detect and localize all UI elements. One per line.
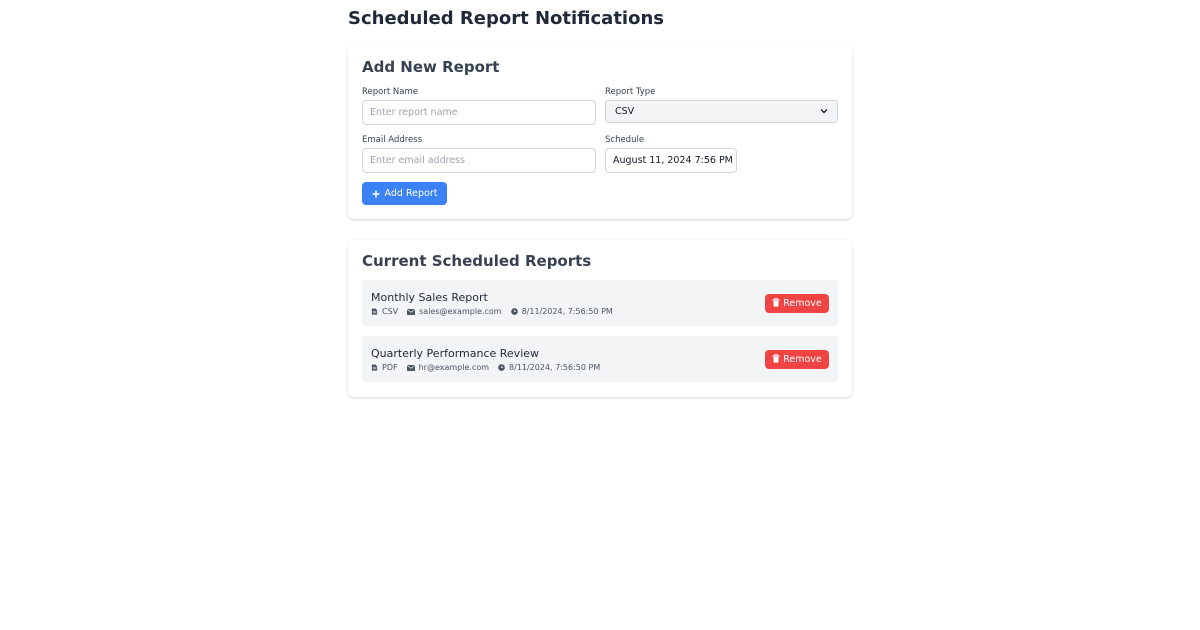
report-name-input[interactable]: [362, 100, 596, 125]
email-label: Email Address: [362, 135, 423, 145]
page-title: Scheduled Report Notifications: [348, 8, 664, 29]
remove-label: Remove: [783, 354, 822, 365]
report-time: 8/11/2024, 7:56:50 PM: [521, 307, 613, 316]
remove-button[interactable]: Remove: [765, 294, 829, 313]
report-email: hr@example.com: [418, 363, 490, 372]
clock-icon: [510, 308, 518, 315]
file-icon: [371, 308, 378, 315]
schedule-label: Schedule: [605, 135, 645, 145]
list-item: Quarterly Performance Review PDF hr@exam…: [362, 336, 838, 382]
trash-icon: [772, 353, 780, 366]
add-report-button[interactable]: Add Report: [362, 182, 447, 205]
chevron-down-icon: [820, 107, 828, 116]
list-item: Monthly Sales Report CSV sales@example.c…: [362, 280, 838, 326]
trash-icon: [772, 297, 780, 310]
report-type: CSV: [382, 307, 399, 316]
scheduled-reports-card: Current Scheduled Reports Monthly Sales …: [348, 240, 852, 397]
report-name: Quarterly Performance Review: [371, 347, 540, 360]
envelope-icon: [407, 308, 416, 315]
report-name: Monthly Sales Report: [371, 291, 488, 304]
add-report-label: Add Report: [384, 188, 438, 199]
remove-label: Remove: [783, 298, 822, 309]
email-input[interactable]: [362, 148, 596, 173]
envelope-icon: [406, 364, 415, 371]
report-type-value: CSV: [615, 106, 635, 117]
report-name-label: Report Name: [362, 87, 418, 97]
add-report-title: Add New Report: [362, 58, 500, 76]
report-time: 8/11/2024, 7:56:50 PM: [509, 363, 601, 372]
report-email: sales@example.com: [419, 307, 502, 316]
schedule-datetime-input[interactable]: August 11, 2024 7:56 PM: [605, 148, 737, 173]
report-type-select[interactable]: CSV: [605, 100, 838, 123]
plus-icon: [372, 188, 380, 200]
file-icon: [371, 364, 378, 371]
report-type: PDF: [382, 363, 398, 372]
report-meta: CSV sales@example.com 8/11/2024, 7:56:50…: [371, 307, 613, 316]
clock-icon: [498, 364, 505, 371]
add-report-card: Add New Report Report Name Report Type C…: [348, 46, 852, 219]
scheduled-reports-title: Current Scheduled Reports: [362, 252, 592, 270]
report-type-label: Report Type: [605, 87, 656, 97]
remove-button[interactable]: Remove: [765, 350, 829, 369]
report-meta: PDF hr@example.com 8/11/2024, 7:56:50 PM: [371, 363, 600, 372]
schedule-value: August 11, 2024 7:56 PM: [613, 155, 733, 166]
